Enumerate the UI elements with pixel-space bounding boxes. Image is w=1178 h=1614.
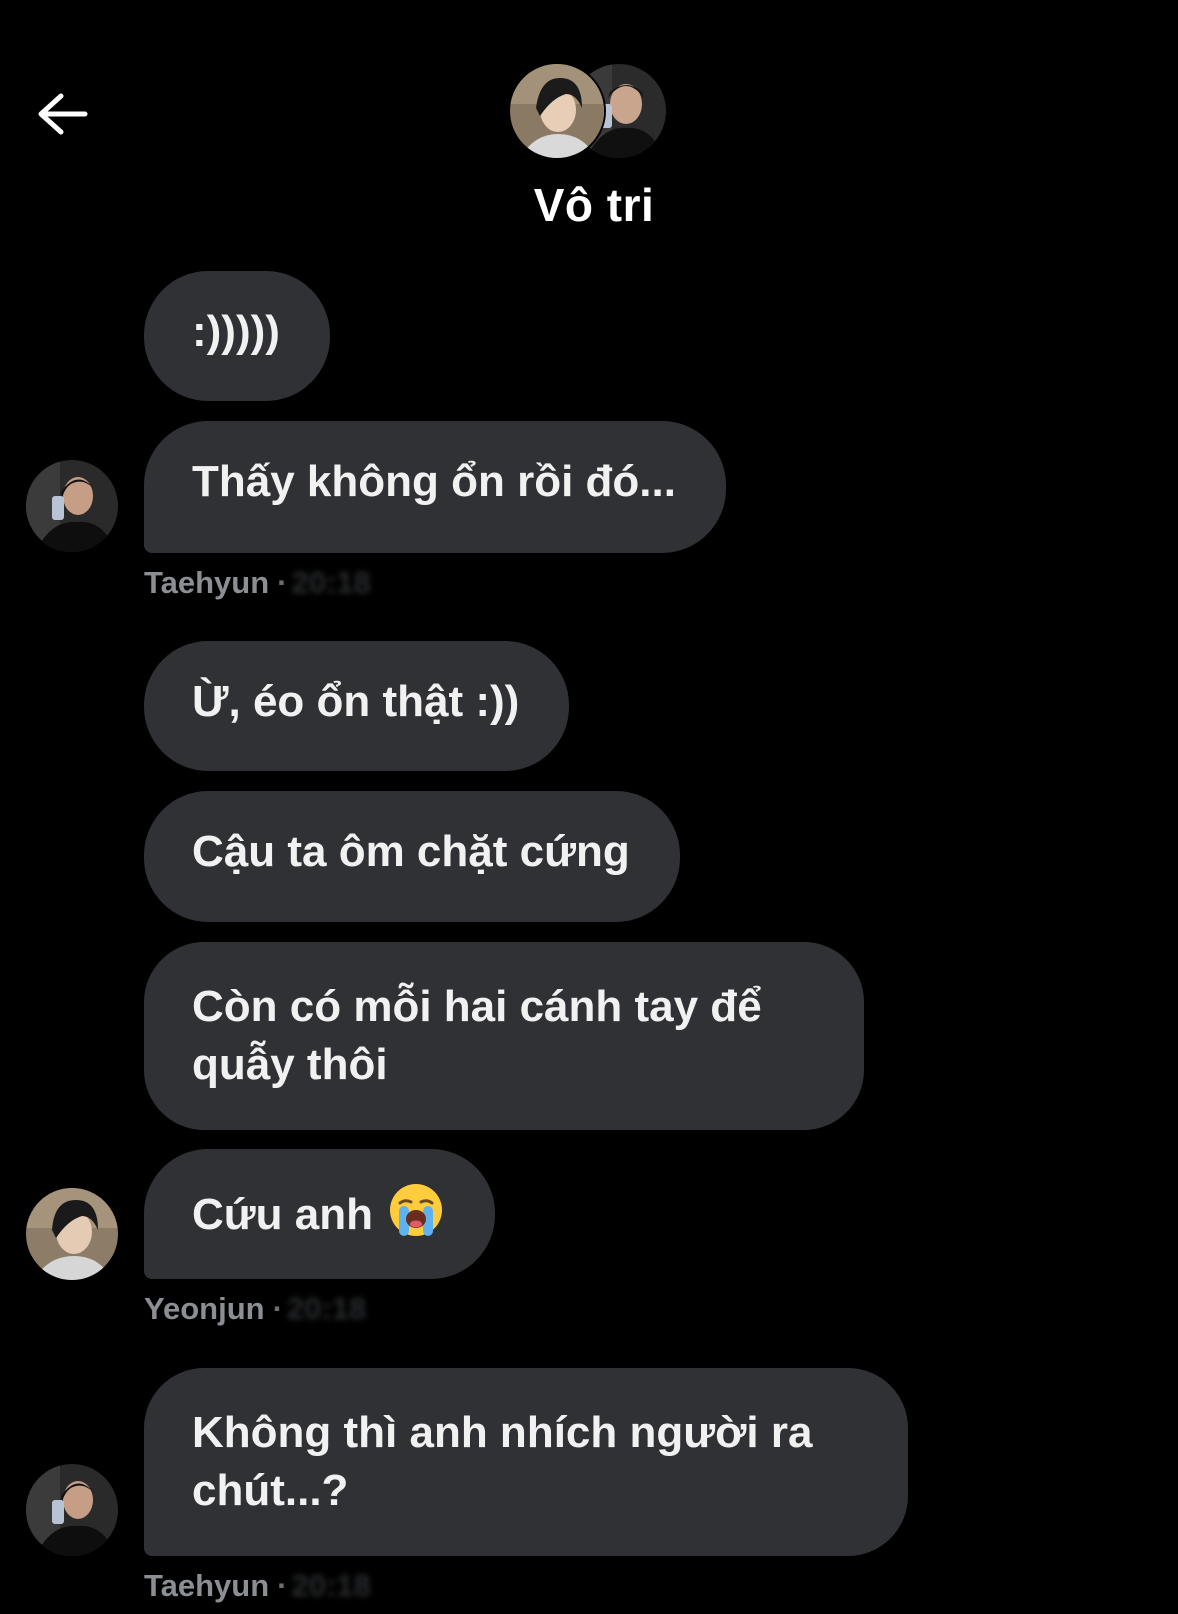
sender-name: Taehyun <box>144 565 270 600</box>
message-meta: Yeonjun · 20:18 <box>144 1291 367 1326</box>
message-text: :))))) <box>192 307 280 356</box>
message-bubble[interactable]: Còn có mỗi hai cánh tay để quẫy thôi <box>144 942 864 1130</box>
message-bubble[interactable]: :))))) <box>144 271 330 401</box>
sender-name: Yeonjun <box>144 1291 265 1326</box>
arrow-left-icon <box>38 93 88 135</box>
message-text: Cứu anh <box>192 1190 373 1239</box>
avatar <box>508 62 606 160</box>
message-text: Cậu ta ôm chặt cứng <box>192 827 630 876</box>
message-bubble[interactable]: Cậu ta ôm chặt cứng <box>144 791 680 922</box>
message-text: Ừ, éo ổn thật :)) <box>192 677 520 726</box>
group-avatars[interactable] <box>508 62 673 160</box>
message-bubble[interactable]: Cứu anh <box>144 1149 495 1279</box>
message-text: Thấy không ổn rồi đó... <box>192 457 676 506</box>
message-bubble[interactable]: Thấy không ổn rồi đó... <box>144 421 726 553</box>
message-text: Không thì anh nhích người ra chút...? <box>192 1408 813 1515</box>
message-text: Còn có mỗi hai cánh tay để quẫy thôi <box>192 982 762 1089</box>
loudly-crying-face-icon <box>389 1184 442 1236</box>
message-meta: Taehyun · 20:18 <box>144 565 371 600</box>
avatar[interactable] <box>26 460 118 552</box>
avatar[interactable] <box>26 1464 118 1556</box>
sender-name: Taehyun <box>144 1568 270 1603</box>
conversation-title: Vô tri <box>533 179 655 231</box>
message-meta: Taehyun · 20:18 <box>144 1568 371 1603</box>
message-bubble[interactable]: Ừ, éo ổn thật :)) <box>144 641 570 771</box>
avatar[interactable] <box>26 1188 118 1280</box>
back-button[interactable] <box>32 84 92 144</box>
message-bubble[interactable]: Không thì anh nhích người ra chút...? <box>144 1368 908 1556</box>
